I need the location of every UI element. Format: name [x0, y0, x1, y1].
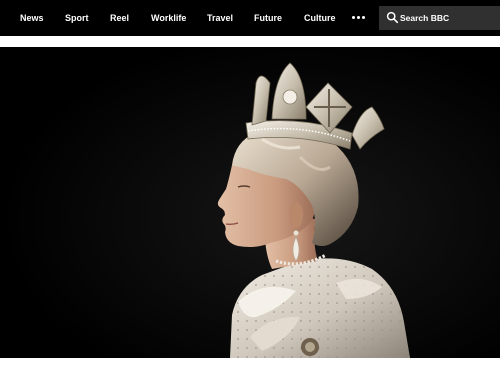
nav-item-future[interactable]: Future	[254, 0, 282, 36]
hero-image[interactable]	[0, 47, 500, 358]
nav-item-travel[interactable]: Travel	[207, 0, 233, 36]
nav-item-reel[interactable]: Reel	[110, 0, 129, 36]
more-menu-button[interactable]	[345, 0, 371, 36]
nav-item-culture[interactable]: Culture	[304, 0, 336, 36]
nav-item-sport[interactable]: Sport	[65, 0, 89, 36]
nav-item-worklife[interactable]: Worklife	[151, 0, 186, 36]
search-icon	[386, 11, 399, 24]
search-bbc-box[interactable]: Search BBC	[379, 6, 500, 30]
queen-portrait-illustration	[0, 47, 500, 358]
search-label: Search BBC	[400, 13, 450, 23]
page: News Sport Reel Worklife Travel Future C…	[0, 0, 500, 375]
top-navigation-bar: News Sport Reel Worklife Travel Future C…	[0, 0, 500, 36]
nav-item-news[interactable]: News	[20, 0, 44, 36]
